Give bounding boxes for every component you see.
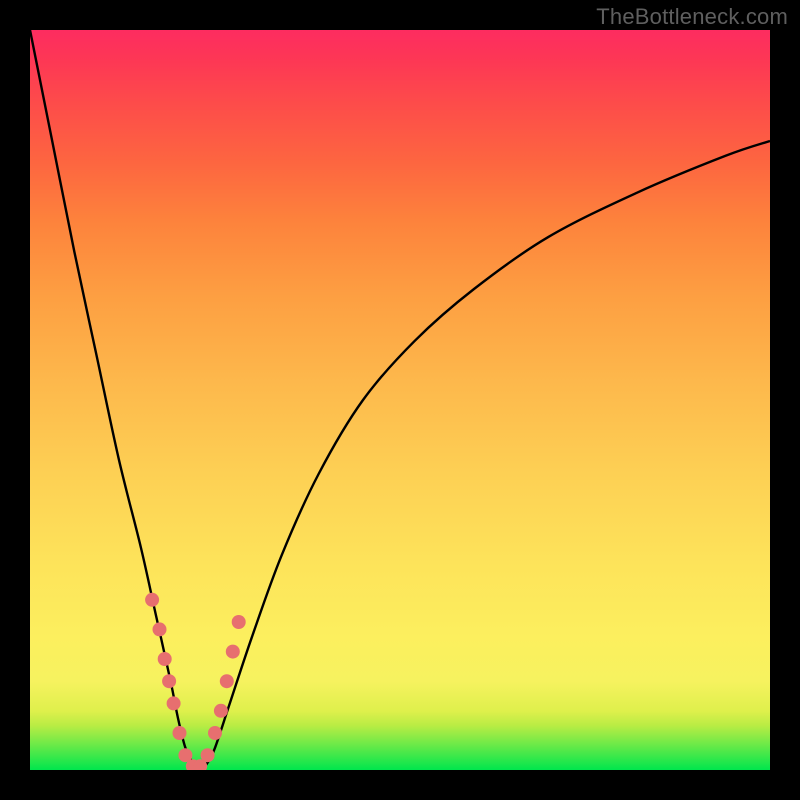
watermark-text: TheBottleneck.com (596, 4, 788, 30)
marker-point (173, 726, 187, 740)
marker-point (208, 726, 222, 740)
curve-layer (30, 30, 770, 770)
marker-point (167, 696, 181, 710)
chart-frame: TheBottleneck.com (0, 0, 800, 800)
plot-area (30, 30, 770, 770)
marker-point (162, 674, 176, 688)
marker-point (226, 645, 240, 659)
marker-point (158, 652, 172, 666)
marker-point (220, 674, 234, 688)
highlighted-points (145, 593, 246, 770)
marker-point (214, 704, 228, 718)
marker-point (201, 748, 215, 762)
marker-point (232, 615, 246, 629)
marker-point (153, 622, 167, 636)
bottleneck-curve (30, 30, 770, 770)
marker-point (145, 593, 159, 607)
